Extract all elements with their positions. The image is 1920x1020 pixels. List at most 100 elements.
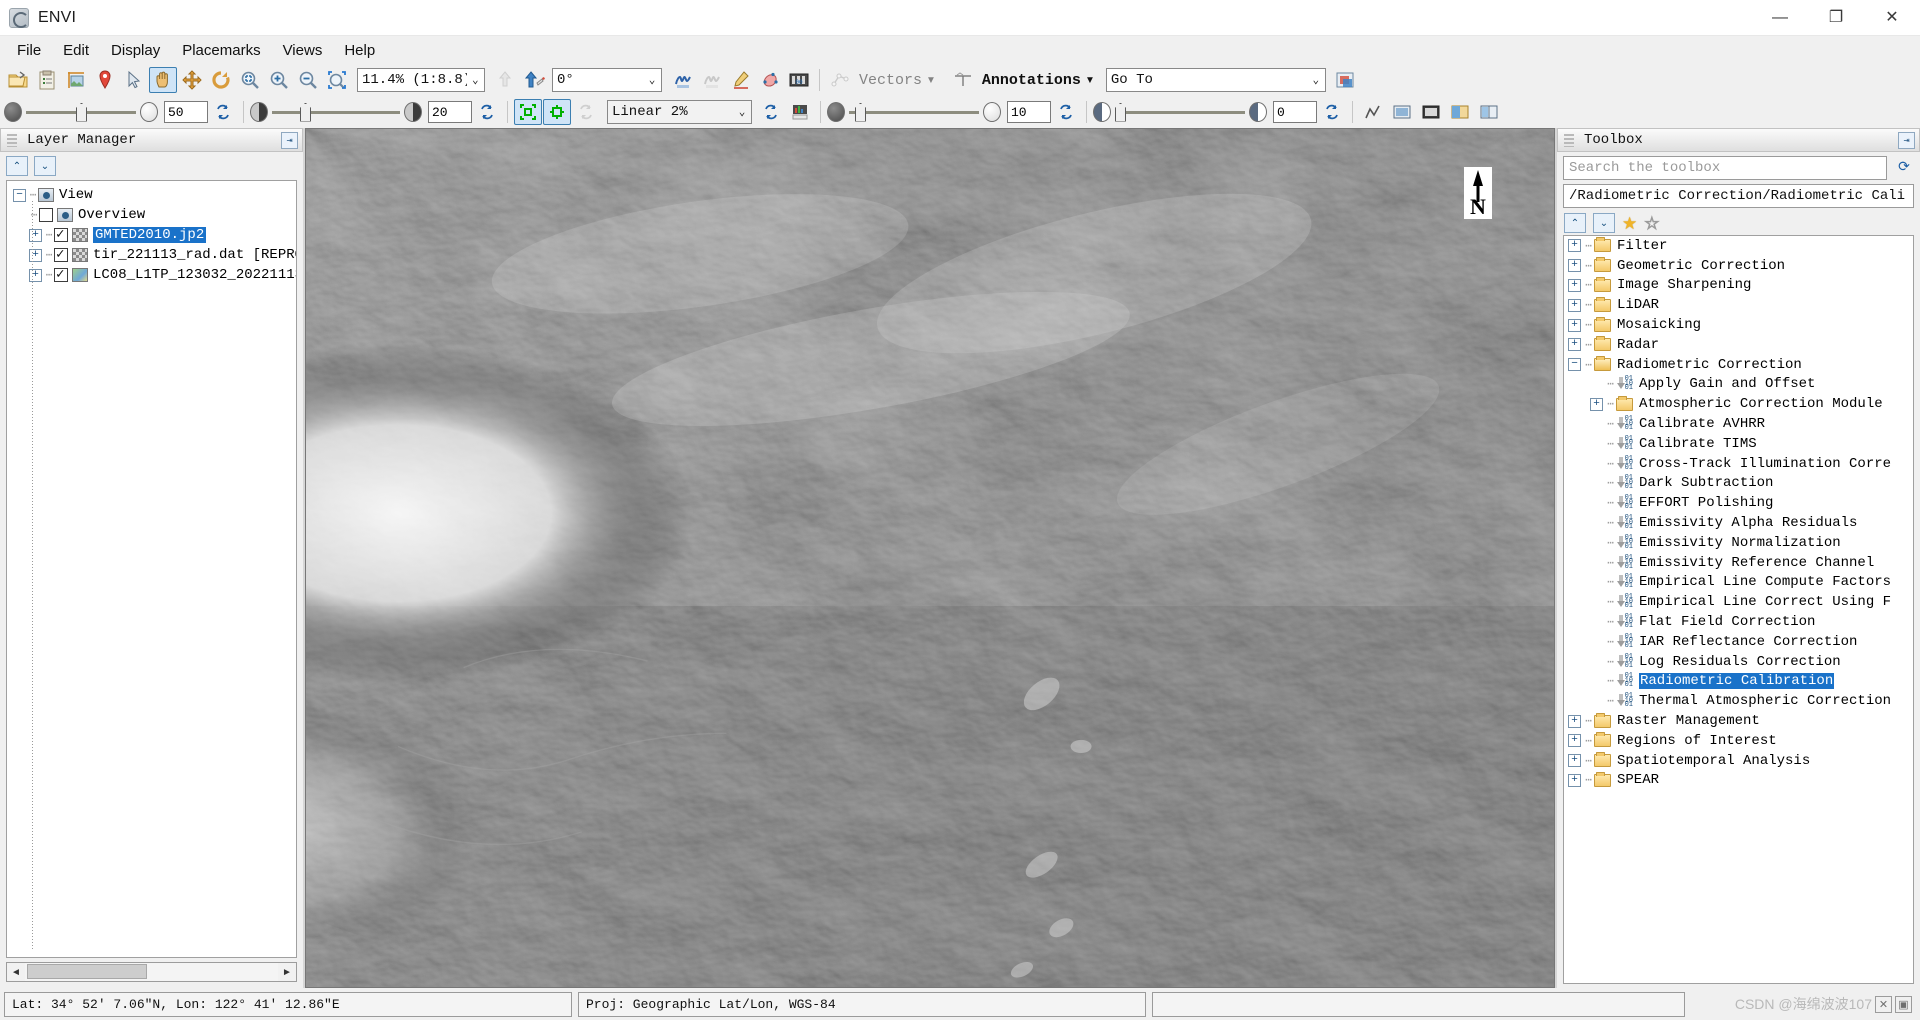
vectors-menu[interactable]: Vectors ▼ bbox=[855, 72, 940, 89]
close-button[interactable]: ✕ bbox=[1864, 0, 1920, 36]
toolbox-tree-row[interactable]: + ⋯ Image Sharpening bbox=[1564, 276, 1913, 296]
transparency-slider[interactable] bbox=[4, 102, 158, 122]
zoom-in-icon[interactable] bbox=[265, 67, 293, 93]
hscroll-thumb[interactable] bbox=[27, 964, 147, 979]
fixed-zoom-icon[interactable] bbox=[491, 67, 519, 93]
hscroll-track[interactable] bbox=[25, 963, 278, 981]
layer-checkbox-tir[interactable] bbox=[54, 246, 68, 263]
profile-plot-icon[interactable] bbox=[1359, 99, 1387, 125]
toolbox-tree-row[interactable]: + ⋯ Regions of Interest bbox=[1564, 731, 1913, 751]
brightness-slider[interactable] bbox=[250, 102, 422, 122]
pencil-measure-icon[interactable] bbox=[727, 67, 755, 93]
roi-tool-icon[interactable] bbox=[756, 67, 784, 93]
expand-toggle[interactable]: + bbox=[1568, 773, 1581, 787]
rotate-icon[interactable] bbox=[207, 67, 235, 93]
expand-toggle[interactable]: + bbox=[1568, 259, 1581, 273]
toolbox-tree-row[interactable]: + ⋯ Filter bbox=[1564, 236, 1913, 256]
transparency-track[interactable] bbox=[26, 102, 136, 122]
expand-toggle-view[interactable]: − bbox=[13, 188, 26, 202]
scroll-right-icon[interactable]: ► bbox=[278, 963, 296, 981]
toolbox-search-input[interactable]: Search the toolbox bbox=[1563, 156, 1887, 180]
layer-tree[interactable]: − ⋯ View ⋯ Overview + ⋯ GMTED2010.jp2 bbox=[6, 180, 297, 958]
brightness-reset-icon[interactable] bbox=[473, 99, 501, 125]
minimize-button[interactable]: — bbox=[1752, 0, 1808, 36]
maximize-button[interactable]: ❐ bbox=[1808, 0, 1864, 36]
toolbox-tree-row[interactable]: ⋯ 01 10 01 Empirical Line Correct Using F bbox=[1564, 592, 1913, 612]
menu-help[interactable]: Help bbox=[333, 39, 386, 62]
move-layer-down-button[interactable]: ⌄ bbox=[34, 156, 56, 176]
rotation-combo[interactable]: 0° ⌄ bbox=[552, 68, 662, 92]
overview-eye-icon[interactable] bbox=[57, 208, 73, 222]
toolbox-tree-row[interactable]: ⋯ 01 10 01 Calibrate TIMS bbox=[1564, 434, 1913, 454]
layer-tree-hscrollbar[interactable]: ◄ ► bbox=[6, 962, 297, 982]
sharpen-value[interactable]: 0 bbox=[1273, 101, 1317, 123]
menu-display[interactable]: Display bbox=[100, 39, 171, 62]
menu-placemarks[interactable]: Placemarks bbox=[171, 39, 271, 62]
transparency-value[interactable]: 50 bbox=[164, 101, 208, 123]
crop-image-icon[interactable] bbox=[62, 67, 90, 93]
sharpen-thumb[interactable] bbox=[1115, 102, 1126, 122]
toolbox-tree-row[interactable]: ⋯ 01 10 01 Flat Field Correction bbox=[1564, 612, 1913, 632]
menu-views[interactable]: Views bbox=[272, 39, 334, 62]
toolbox-tree-row[interactable]: ⋯ 01 10 01 Empirical Line Compute Factors bbox=[1564, 573, 1913, 593]
layer-checkbox-lc08[interactable] bbox=[54, 266, 68, 283]
contrast-reset-icon[interactable] bbox=[1052, 99, 1080, 125]
contrast-track[interactable] bbox=[849, 102, 979, 122]
stretch-reset-icon[interactable] bbox=[572, 99, 600, 125]
sharpen-track[interactable] bbox=[1115, 102, 1245, 122]
brightness-track[interactable] bbox=[272, 102, 400, 122]
expand-toggle-lc08[interactable]: + bbox=[29, 268, 42, 282]
brightness-thumb[interactable] bbox=[300, 102, 311, 122]
toolbox-tree-row[interactable]: ⋯ 01 10 01 Calibrate AVHRR bbox=[1564, 414, 1913, 434]
contrast-slider[interactable] bbox=[827, 102, 1001, 122]
annotations-menu[interactable]: Annotations ▼ bbox=[978, 72, 1099, 89]
image-view[interactable]: N bbox=[305, 128, 1555, 988]
expand-toggle-tir[interactable]: + bbox=[29, 248, 42, 262]
toolbox-tree-row[interactable]: + ⋯ Raster Management bbox=[1564, 711, 1913, 731]
toolbox-tree-row[interactable]: ⋯ 01 10 01 Emissivity Normalization bbox=[1564, 533, 1913, 553]
zoom-level-combo[interactable]: 11.4% (1:8.8) ⌄ bbox=[357, 68, 485, 92]
layer-row-lc08[interactable]: + ⋯ LC08_L1TP_123032_20221113_2 bbox=[7, 265, 296, 285]
rotate-north-icon[interactable] bbox=[520, 67, 548, 93]
histogram-icon[interactable] bbox=[786, 99, 814, 125]
toolbox-tree-row[interactable]: + ⋯ Atmospheric Correction Module bbox=[1564, 394, 1913, 414]
expand-toggle[interactable]: + bbox=[1590, 397, 1603, 411]
toolbox-tree-row[interactable]: ⋯ 01 10 01 EFFORT Polishing bbox=[1564, 493, 1913, 513]
menu-edit[interactable]: Edit bbox=[52, 39, 100, 62]
satellite-image-canvas[interactable] bbox=[306, 129, 1554, 988]
toolbox-tree-row[interactable]: + ⋯ Radar bbox=[1564, 335, 1913, 355]
zoom-out-icon[interactable] bbox=[294, 67, 322, 93]
view-single-icon[interactable] bbox=[1388, 99, 1416, 125]
vectors-icon[interactable] bbox=[826, 67, 854, 93]
stretch-on-image-icon[interactable] bbox=[543, 99, 571, 125]
view-multi-panel-icon[interactable] bbox=[1475, 99, 1503, 125]
expand-toggle[interactable]: + bbox=[1568, 338, 1581, 352]
move-layer-up-button[interactable]: ⌃ bbox=[6, 156, 28, 176]
layer-row-view[interactable]: − ⋯ View bbox=[7, 181, 296, 205]
stretch-on-view-icon[interactable] bbox=[514, 99, 542, 125]
toolbox-tree-row[interactable]: + ⋯ LiDAR bbox=[1564, 295, 1913, 315]
layer-checkbox-overview[interactable] bbox=[39, 208, 53, 222]
expand-toggle[interactable]: + bbox=[1568, 714, 1581, 728]
stretch-refresh-icon[interactable] bbox=[757, 99, 785, 125]
expand-toggle[interactable]: + bbox=[1568, 298, 1581, 312]
open-file-icon[interactable] bbox=[4, 67, 32, 93]
layer-checkbox-gmted[interactable] bbox=[54, 226, 68, 243]
toolbox-tree-row[interactable]: ⋯ 01 10 01 Emissivity Alpha Residuals bbox=[1564, 513, 1913, 533]
view-grayscale-icon[interactable] bbox=[1417, 99, 1445, 125]
toolbox-tree-row[interactable]: ⋯ 01 10 01 Radiometric Calibration bbox=[1564, 672, 1913, 692]
cursor-value-icon[interactable] bbox=[669, 67, 697, 93]
layer-manager-dock-icon[interactable]: ⇥ bbox=[281, 132, 298, 149]
layer-row-gmted[interactable]: + ⋯ GMTED2010.jp2 bbox=[7, 225, 296, 245]
fly-move-icon[interactable] bbox=[178, 67, 206, 93]
brightness-value[interactable]: 20 bbox=[428, 101, 472, 123]
goto-input[interactable]: Go To ⌄ bbox=[1105, 68, 1326, 92]
toolbox-tree-row[interactable]: + ⋯ Geometric Correction bbox=[1564, 256, 1913, 276]
toolbox-tree-row[interactable]: ⋯ 01 10 01 Cross-Track Illumination Corre bbox=[1564, 454, 1913, 474]
toolbox-tree[interactable]: + ⋯ Filter + ⋯ Geometric Correction + ⋯ Image Sh… bbox=[1563, 235, 1914, 984]
contrast-value[interactable]: 10 bbox=[1007, 101, 1051, 123]
scroll-left-icon[interactable]: ◄ bbox=[7, 963, 25, 981]
sharpen-reset-icon[interactable] bbox=[1318, 99, 1346, 125]
toolbox-tree-row[interactable]: ⋯ 01 10 01 Dark Subtraction bbox=[1564, 474, 1913, 494]
expand-toggle[interactable]: + bbox=[1568, 734, 1581, 748]
